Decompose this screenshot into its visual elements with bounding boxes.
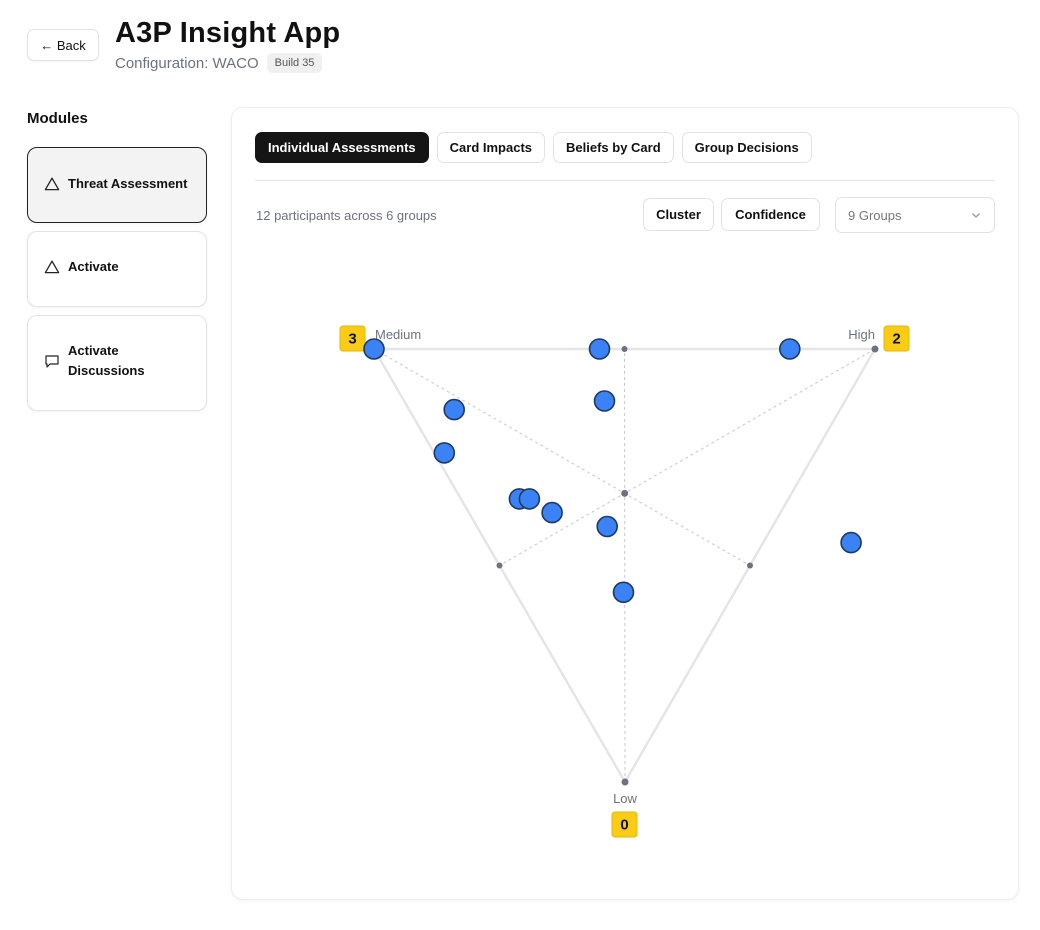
median-line — [373, 348, 751, 566]
centroid-dot — [621, 489, 629, 497]
vertex-dot — [621, 778, 629, 786]
triangle-chart: Medium 3 High 2 Low 0 — [339, 325, 910, 838]
participant-point — [596, 515, 619, 538]
participant-point — [612, 581, 635, 604]
participant-point — [588, 338, 611, 360]
participant-point — [518, 488, 541, 510]
participant-point — [840, 531, 862, 554]
participant-point — [443, 398, 466, 421]
participant-point — [541, 501, 563, 524]
midpoint-dot — [496, 562, 503, 569]
vertex-label-medium: Medium — [375, 327, 421, 342]
midpoint-dot — [747, 562, 753, 569]
participant-point — [363, 338, 385, 360]
count-badge-value: 2 — [892, 331, 900, 348]
median-line — [624, 348, 626, 783]
participant-point — [433, 442, 456, 464]
vertex-label-low: Low — [613, 791, 637, 806]
count-badge-value: 3 — [348, 331, 356, 348]
participant-point — [593, 390, 616, 412]
participant-point — [778, 338, 801, 360]
vertex-dot — [871, 345, 879, 353]
vertex-label-high: High — [848, 327, 875, 342]
midpoint-dot — [621, 346, 628, 352]
count-badge-value: 0 — [620, 817, 628, 834]
median-line — [499, 348, 876, 566]
